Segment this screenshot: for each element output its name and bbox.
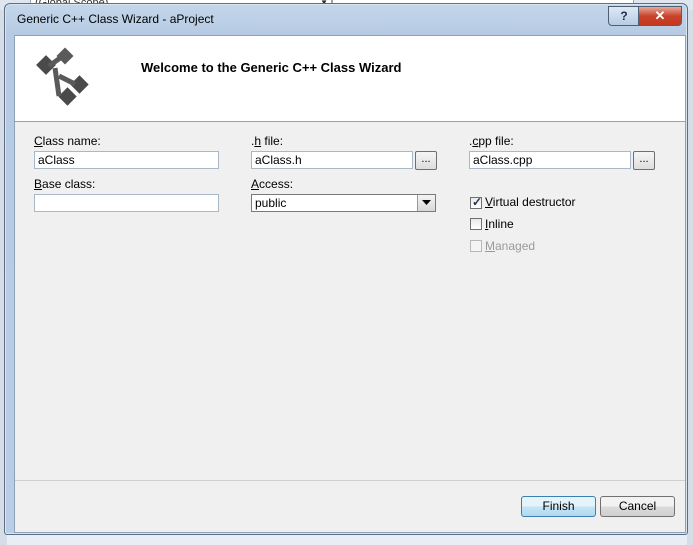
help-icon: ? bbox=[620, 9, 628, 23]
window-title: Generic C++ Class Wizard - aProject bbox=[17, 12, 214, 26]
finish-button[interactable]: Finish bbox=[521, 496, 596, 517]
inline-checkbox[interactable] bbox=[470, 218, 482, 230]
virtual-destructor-checkbox[interactable] bbox=[470, 195, 482, 209]
close-button[interactable]: ✕ bbox=[638, 6, 682, 26]
cancel-button[interactable]: Cancel bbox=[600, 496, 675, 517]
base-class-input[interactable] bbox=[34, 194, 219, 212]
h-file-input[interactable] bbox=[251, 151, 413, 169]
h-file-browse-button[interactable]: ... bbox=[415, 151, 437, 170]
base-class-label: Base class: bbox=[34, 177, 96, 191]
footer-divider bbox=[15, 480, 685, 481]
header-title: Welcome to the Generic C++ Class Wizard bbox=[141, 60, 402, 75]
class-name-label: Class name: bbox=[34, 134, 101, 148]
access-label: Access: bbox=[251, 177, 294, 191]
dialog-client: Welcome to the Generic C++ Class Wizard … bbox=[14, 35, 686, 533]
h-file-label: .h file: bbox=[251, 134, 284, 148]
inline-label: Inline bbox=[485, 217, 514, 231]
wizard-header: Welcome to the Generic C++ Class Wizard bbox=[15, 36, 685, 122]
class-name-input[interactable] bbox=[34, 151, 219, 169]
managed-checkbox[interactable] bbox=[470, 240, 482, 252]
close-icon: ✕ bbox=[654, 8, 666, 23]
cpp-file-label: .cpp file: bbox=[469, 134, 514, 148]
managed-label: Managed bbox=[485, 239, 536, 253]
wizard-window: Generic C++ Class Wizard - aProject ? ✕ … bbox=[4, 3, 688, 535]
cpp-file-browse-button[interactable]: ... bbox=[633, 151, 655, 170]
access-select-value: public bbox=[255, 196, 287, 210]
cpp-file-input[interactable] bbox=[469, 151, 631, 169]
help-button[interactable]: ? bbox=[608, 6, 640, 26]
access-select[interactable]: public bbox=[251, 194, 436, 212]
chevron-down-icon bbox=[417, 195, 435, 211]
virtual-destructor-label: Virtual destructor bbox=[485, 195, 576, 209]
class-wizard-icon bbox=[36, 47, 89, 106]
